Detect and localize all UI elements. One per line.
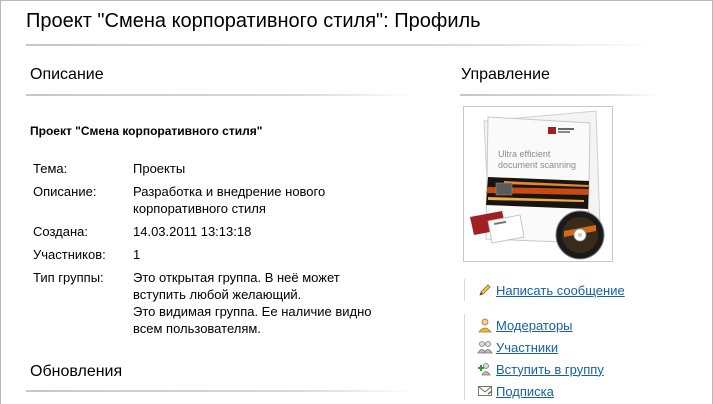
action-join-group[interactable]: Вступить в группу xyxy=(476,358,604,380)
info-value-line: вступить любой желающий. xyxy=(133,287,302,302)
management-actions-primary: Написать сообщение xyxy=(476,279,625,301)
description-divider xyxy=(26,94,416,96)
subscription-link[interactable]: Подписка xyxy=(496,384,554,399)
members-link[interactable]: Участники xyxy=(496,340,558,355)
info-value: Это открытая группа. В неё может вступит… xyxy=(133,269,372,337)
actions-divider-bottom xyxy=(464,314,465,400)
info-value-line: Проекты xyxy=(133,161,186,176)
write-message-link[interactable]: Написать сообщение xyxy=(496,283,625,298)
pencil-icon xyxy=(476,282,494,298)
cover-headline-1: Ultra efficient xyxy=(498,149,551,159)
updates-heading: Обновления xyxy=(30,363,123,380)
info-value: Проекты xyxy=(133,160,372,177)
management-actions-secondary: Модераторы Участники Вступить в группу П… xyxy=(476,314,604,402)
action-moderators[interactable]: Модераторы xyxy=(476,314,604,336)
action-members[interactable]: Участники xyxy=(476,336,604,358)
info-row-members-count: Участников: 1 xyxy=(33,246,372,263)
updates-divider xyxy=(26,390,416,392)
info-value-line: корпоративного стиля xyxy=(133,201,266,216)
info-value-line: 1 xyxy=(133,247,141,262)
members-icon xyxy=(476,339,494,355)
info-value-line: Разработка и внедрение нового xyxy=(133,184,326,199)
info-value: 14.03.2011 13:13:18 xyxy=(133,223,372,240)
info-row-description: Описание: Разработка и внедрение нового … xyxy=(33,183,372,217)
info-value: 1 xyxy=(133,246,372,263)
management-heading: Управление xyxy=(461,66,550,83)
info-label: Описание: xyxy=(33,184,97,199)
cover-headline-2: document scanning xyxy=(498,160,576,170)
envelope-icon xyxy=(476,383,494,399)
description-heading: Описание xyxy=(30,66,104,83)
brochure-illustration: Ultra efficient document scanning xyxy=(464,107,612,261)
page-title: Проект "Смена корпоративного стиля": Про… xyxy=(26,10,481,32)
info-label: Создана: xyxy=(33,224,88,239)
info-value-line: 14.03.2011 13:13:18 xyxy=(133,224,252,239)
info-label: Тип группы: xyxy=(33,270,104,285)
info-value-line: Это открытая группа. В неё может xyxy=(133,270,340,285)
info-value: Разработка и внедрение нового корпоратив… xyxy=(133,183,372,217)
info-label: Участников: xyxy=(33,247,106,262)
info-row-topic: Тема: Проекты xyxy=(33,160,372,177)
group-name: Проект "Смена корпоративного стиля" xyxy=(30,124,263,138)
join-group-link[interactable]: Вступить в группу xyxy=(496,362,604,377)
info-value-line: всем пользователям. xyxy=(133,321,261,336)
title-divider xyxy=(26,44,658,46)
moderator-icon xyxy=(476,317,494,333)
info-label: Тема: xyxy=(33,161,68,176)
group-info-table: Тема: Проекты Описание: Разработка и вне… xyxy=(33,160,372,337)
info-row-group-type: Тип группы: Это открытая группа. В неё м… xyxy=(33,269,372,337)
info-row-created: Создана: 14.03.2011 13:13:18 xyxy=(33,223,372,240)
join-group-icon xyxy=(476,361,494,377)
info-value-line: Это видимая группа. Ее наличие видно xyxy=(133,304,372,319)
action-subscription[interactable]: Подписка xyxy=(476,380,604,402)
moderators-link[interactable]: Модераторы xyxy=(496,318,573,333)
group-cover-image: Ultra efficient document scanning xyxy=(463,106,613,262)
management-divider xyxy=(460,94,660,96)
action-write-message[interactable]: Написать сообщение xyxy=(476,279,625,301)
actions-divider-top xyxy=(464,279,465,301)
